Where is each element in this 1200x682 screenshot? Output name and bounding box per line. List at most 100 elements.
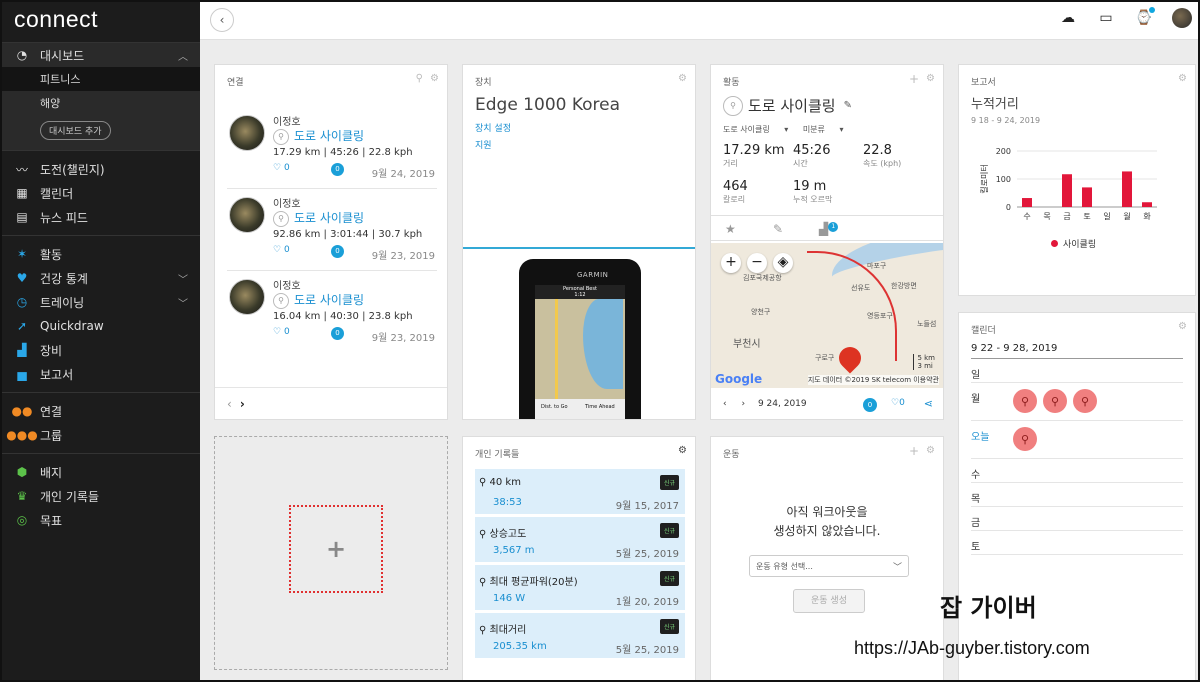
gear-icon[interactable]: ⚙ <box>926 445 935 456</box>
chart-bar[interactable] <box>1082 187 1092 207</box>
gear-icon[interactable]: ⚙ <box>926 73 935 84</box>
chart-bar[interactable] <box>1062 174 1072 207</box>
sidebar-sub-marine[interactable]: 해양 <box>2 91 200 115</box>
connection-item[interactable]: 이정호 ⚲ 도로 사이클링 17.29 km | 45:26 | 22.8 kph… <box>227 109 437 189</box>
calendar-activity-bubble[interactable]: ⚲ <box>1013 427 1037 451</box>
chart-bar[interactable] <box>1122 171 1132 207</box>
star-icon[interactable]: ★ <box>725 222 736 236</box>
zoom-in-button[interactable]: + <box>721 253 741 273</box>
edit-note-icon[interactable]: ✎ <box>773 222 783 236</box>
activity-title[interactable]: ⚲ 도로 사이클링 ✎ <box>711 93 943 116</box>
connect-logo[interactable]: connect <box>2 2 200 42</box>
like-button[interactable]: ♡ 0 <box>273 327 290 337</box>
chart-bar[interactable] <box>1142 202 1152 207</box>
sidebar-item-quickdraw[interactable]: ➚ Quickdraw <box>2 314 200 338</box>
sidebar-item-training[interactable]: ◷ 트레이닝 ﹀ <box>2 290 200 314</box>
calendar-activity-bubble[interactable]: ⚲ <box>1013 389 1037 413</box>
like-button[interactable]: ♡0 <box>891 398 905 408</box>
sidebar-item-label: 대시보드 <box>40 48 85 63</box>
calendar-day-row[interactable]: 수 <box>971 459 1183 483</box>
sidebar-item-health-stats[interactable]: ♥ 건강 통계 ﹀ <box>2 266 200 290</box>
comment-count[interactable]: 0 <box>331 163 344 176</box>
chart-legend[interactable]: 사이클링 <box>1051 237 1096 250</box>
sidebar-item-goals[interactable]: ◎ 목표 <box>2 508 200 532</box>
like-button[interactable]: ♡ 0 <box>273 163 290 173</box>
sidebar-item-activities[interactable]: ✶ 활동 <box>2 242 200 266</box>
activity-link[interactable]: ⚲ 도로 사이클링 <box>273 209 364 227</box>
connection-name[interactable]: 이정호 <box>273 113 301 128</box>
connection-item[interactable]: 이정호 ⚲ 도로 사이클링 92.86 km | 3:01:44 | 30.7 k… <box>227 191 437 271</box>
activity-link[interactable]: ⚲ 도로 사이클링 <box>273 127 364 145</box>
next-icon[interactable]: › <box>741 399 745 409</box>
collapse-sidebar-button[interactable]: ‹ <box>210 8 234 32</box>
add-widget-button[interactable]: + <box>289 505 383 593</box>
record-item[interactable]: ⚲ 최대거리 205.35 km 5월 25, 2019 신규 <box>475 613 685 659</box>
calendar-activity-bubble[interactable]: ⚲ <box>1073 389 1097 413</box>
sidebar-item-badges[interactable]: ⬢ 배지 <box>2 460 200 484</box>
prev-page-icon[interactable]: ‹ <box>227 397 232 411</box>
record-item[interactable]: ⚲ 40 km 38:53 9월 15, 2017 신규 <box>475 469 685 515</box>
support-link[interactable]: 지원 <box>463 138 695 151</box>
device-watch-icon[interactable]: ⌚ <box>1134 7 1155 28</box>
record-item[interactable]: ⚲ 최대 평균파워(20분) 146 W 1월 20, 2019 신규 <box>475 565 685 611</box>
shoe-icon[interactable]: ▟ 1 <box>819 222 839 236</box>
share-icon[interactable]: ⋖ <box>924 397 933 410</box>
connection-name[interactable]: 이정호 <box>273 277 301 292</box>
activity-category-dropdown[interactable]: 미분류 ▾ <box>803 125 844 134</box>
gear-icon[interactable]: ⚙ <box>1178 321 1187 332</box>
workout-type-select[interactable]: 운동 유형 선택... ﹀ <box>749 555 909 577</box>
add-icon[interactable]: + <box>909 444 919 458</box>
calendar-day-row[interactable]: 목 <box>971 483 1183 507</box>
add-widget-card[interactable]: + <box>214 436 448 670</box>
add-icon[interactable]: + <box>909 72 919 86</box>
calendar-day-row[interactable]: 토 <box>971 531 1183 555</box>
connection-name[interactable]: 이정호 <box>273 195 301 210</box>
device-settings-link[interactable]: 장치 설정 <box>463 121 695 134</box>
avatar[interactable] <box>229 279 265 315</box>
sidebar-item-personal-records[interactable]: ♛ 개인 기록들 <box>2 484 200 508</box>
calendar-day-row[interactable]: 오늘 ⚲ <box>971 421 1183 459</box>
add-dashboard-button[interactable]: 대시보드 추가 <box>40 121 111 140</box>
like-button[interactable]: ♡ 0 <box>273 245 290 255</box>
sidebar-item-gear[interactable]: ▟ 장비 <box>2 338 200 362</box>
avatar[interactable] <box>229 197 265 233</box>
record-item[interactable]: ⚲ 상승고도 3,567 m 5월 25, 2019 신규 <box>475 517 685 563</box>
gear-icon[interactable]: ⚙ <box>1178 73 1187 84</box>
edit-icon[interactable]: ✎ <box>844 100 852 111</box>
comment-count[interactable]: 0 <box>331 245 344 258</box>
comment-count[interactable]: 0 <box>331 327 344 340</box>
activity-type-dropdown[interactable]: 도로 사이클링 ▾ <box>723 125 788 134</box>
sidebar-item-calendar[interactable]: ▦ 캘린더 <box>2 181 200 205</box>
map-credits[interactable]: 지도 데이터 ©2019 SK telecom 이용약관 <box>807 375 939 385</box>
sidebar-item-connections[interactable]: ●● 연결 <box>2 399 200 423</box>
chart-bar[interactable] <box>1022 198 1032 207</box>
sidebar-item-reports[interactable]: ▅ 보고서 <box>2 362 200 386</box>
calendar-day-row[interactable]: 월 ⚲ ⚲ ⚲ <box>971 383 1183 421</box>
inbox-icon[interactable]: ▭ <box>1096 8 1116 28</box>
avatar[interactable] <box>229 115 265 151</box>
sidebar-item-groups[interactable]: ●●● 그룹 <box>2 423 200 447</box>
calendar-day-row[interactable]: 금 <box>971 507 1183 531</box>
connection-item[interactable]: 이정호 ⚲ 도로 사이클링 16.04 km | 40:30 | 23.8 kph… <box>227 273 437 353</box>
layers-button[interactable]: ◈ <box>773 253 793 273</box>
gear-icon[interactable]: ⚙ <box>678 445 687 456</box>
activity-link[interactable]: ⚲ 도로 사이클링 <box>273 291 364 309</box>
upload-icon[interactable]: ☁ <box>1058 8 1078 28</box>
comment-count[interactable]: 0 <box>863 398 877 412</box>
gear-icon[interactable]: ⚙ <box>678 73 687 84</box>
activity-map[interactable]: + − ◈ 김포국제공항 마포구 한강방면 선유도 영등포구 양천구 부천시 구… <box>711 243 943 388</box>
calendar-day-row[interactable]: 일 <box>971 359 1183 383</box>
next-page-icon[interactable]: › <box>240 397 245 411</box>
sidebar-item-dashboard[interactable]: ◔ 대시보드 ︿ <box>2 43 200 67</box>
user-avatar[interactable] <box>1172 8 1192 28</box>
sidebar-item-challenges[interactable]: 〰 도전(챌린지) <box>2 157 200 181</box>
search-icon[interactable]: ⚲ <box>416 73 423 84</box>
sidebar-item-newsfeed[interactable]: ▤ 뉴스 피드 <box>2 205 200 229</box>
calendar-activity-bubble[interactable]: ⚲ <box>1043 389 1067 413</box>
map-label: 선유도 <box>851 284 871 292</box>
create-workout-button[interactable]: 운동 생성 <box>793 589 865 613</box>
gear-icon[interactable]: ⚙ <box>430 73 439 84</box>
sidebar-sub-fitness[interactable]: 피트니스 <box>2 67 200 91</box>
prev-icon[interactable]: ‹ <box>723 399 727 409</box>
zoom-out-button[interactable]: − <box>747 253 767 273</box>
